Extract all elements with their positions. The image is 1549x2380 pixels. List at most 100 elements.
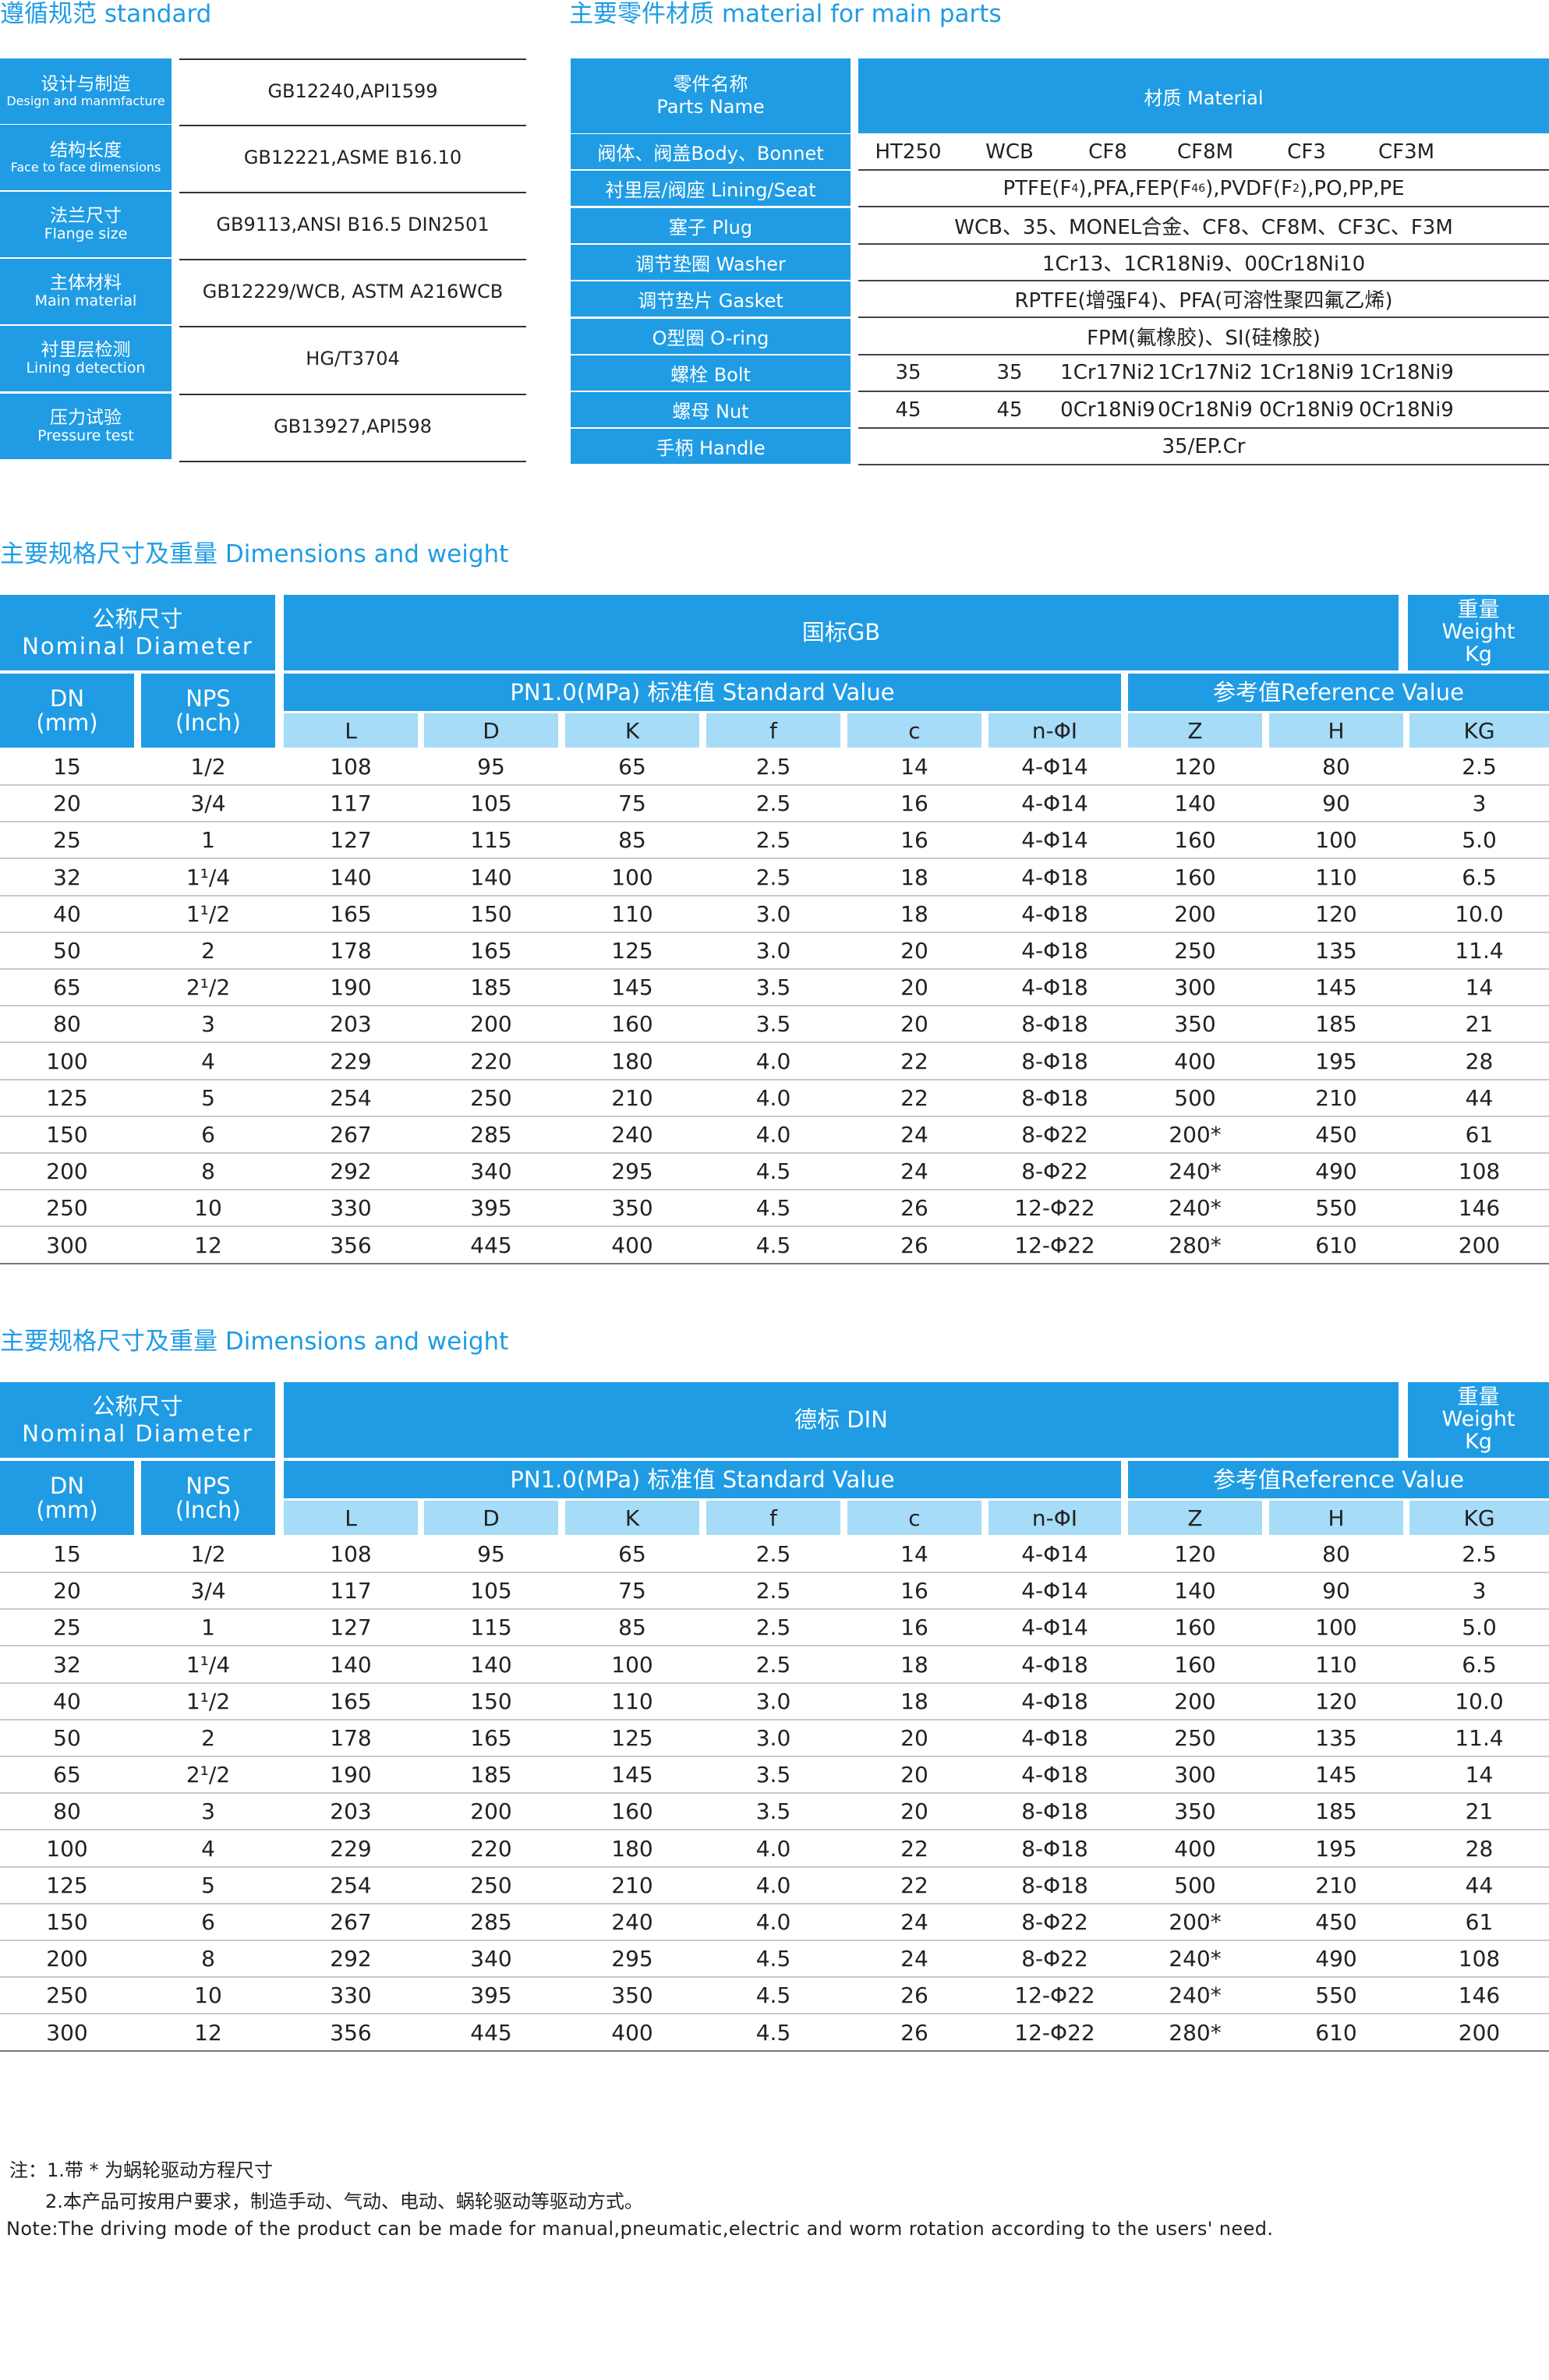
- table-cell: 21: [1465, 1011, 1494, 1038]
- material-cell: 0Cr18Ni9: [1359, 398, 1454, 422]
- table-cell: 16: [900, 1578, 928, 1604]
- table-cell: 280*: [1169, 1232, 1222, 1258]
- table-cell: 11.4: [1455, 938, 1504, 964]
- table-cell: 4.5: [755, 1232, 791, 1258]
- table-cell: 145: [611, 974, 653, 1001]
- table-cell: 8-Φ22: [1021, 1122, 1088, 1148]
- table-cell: 21: [1465, 1798, 1494, 1825]
- table-cell: 295: [611, 1158, 653, 1185]
- table-cell: 190: [330, 1762, 372, 1788]
- table-cell: 140: [1174, 1578, 1216, 1604]
- table-cell: 75: [618, 1578, 646, 1604]
- table-cell: 4: [201, 1835, 215, 1862]
- dimensions-title: 主要规格尺寸及重量 Dimensions and weight: [0, 1328, 509, 1356]
- material-span-cell: WCB、35、MONEL合金、CF8、CF8M、CF3C、F3M: [954, 215, 1453, 239]
- table-cell: 250: [46, 1982, 88, 2009]
- table-cell: 2: [201, 1725, 215, 1751]
- table-cell: 8-Φ18: [1021, 1084, 1088, 1111]
- table-cell: 16: [900, 1614, 928, 1641]
- material-cell: 0Cr18Ni9: [1060, 398, 1155, 422]
- standard-row: 设计与制造 Design and manmfacture GB12240,API15…: [0, 58, 526, 126]
- table-cell: 115: [470, 1614, 512, 1641]
- table-cell: 10: [194, 1195, 222, 1222]
- table-cell: 4.5: [755, 1946, 791, 1972]
- table-cell: 3.5: [755, 1011, 791, 1038]
- table-cell: 6: [201, 1122, 215, 1148]
- table-cell: 340: [470, 1158, 512, 1185]
- table-cell: 4-Φ14: [1021, 754, 1088, 780]
- nominal-diameter-header: 公称尺寸 Nominal Diameter: [0, 595, 275, 670]
- weight-header-unit: Kg: [1465, 1429, 1492, 1454]
- material-cell: 35: [996, 361, 1023, 385]
- table-cell: 185: [470, 1762, 512, 1788]
- table-cell: 6.5: [1462, 864, 1497, 890]
- table-cell: 240*: [1169, 1946, 1222, 1972]
- table-cell: 16: [900, 827, 928, 854]
- standard-row-label: 设计与制造 Design and manmfacture: [0, 58, 172, 124]
- material-cell: CF3M: [1377, 140, 1435, 164]
- material-row-line: [858, 464, 1549, 466]
- table-cell: 75: [618, 790, 646, 817]
- table-cell: 150: [46, 1909, 88, 1935]
- nps-header: NPS (Inch): [141, 1461, 275, 1535]
- standard-row-top-line: [179, 125, 526, 126]
- table-cell: 195: [1315, 1835, 1357, 1862]
- table-cell: 450: [1315, 1122, 1357, 1148]
- table-cell: 50: [53, 938, 81, 964]
- table-cell: 200*: [1169, 1122, 1222, 1148]
- standard-title: 遵循规范 standard: [0, 0, 212, 28]
- table-cell: 350: [1174, 1011, 1216, 1038]
- standard-value-header: PN1.0(MPa) 标准值 Standard Value: [284, 674, 1121, 711]
- table-cell: 490: [1315, 1158, 1357, 1185]
- table-cell: 203: [330, 1798, 372, 1825]
- table-cell: 610: [1315, 1232, 1357, 1258]
- table-cell: 65: [53, 974, 81, 1001]
- table-cell: 3.0: [755, 938, 791, 964]
- table-cell: 80: [53, 1011, 81, 1038]
- table-cell: 4-Φ18: [1021, 974, 1088, 1001]
- material-cell: 35: [895, 361, 921, 385]
- table-cell: 4.0: [755, 1872, 791, 1898]
- weight-header: 重量 Weight Kg: [1408, 1382, 1549, 1458]
- table-cell: 1¹/2: [186, 1688, 231, 1714]
- table-cell: 8-Φ22: [1021, 1158, 1088, 1185]
- table-cell: 4.0: [755, 1048, 791, 1074]
- table-cell: 2.5: [755, 1651, 791, 1678]
- table-cell: 145: [1315, 974, 1357, 1001]
- dn-header-unit: (mm): [36, 1496, 98, 1523]
- material-cell: CF8: [1088, 140, 1127, 164]
- table-cell: 160: [1174, 827, 1216, 854]
- table-cell: 4-Φ14: [1021, 1541, 1088, 1567]
- table-cell: 150: [470, 1688, 512, 1714]
- dimensions-title: 主要规格尺寸及重量 Dimensions and weight: [0, 540, 509, 568]
- table-cell: 14: [1465, 974, 1494, 1001]
- table-cell: 61: [1465, 1122, 1494, 1148]
- table-cell: 26: [900, 1232, 928, 1258]
- table-cell: 6.5: [1462, 1651, 1497, 1678]
- table-cell: 12-Φ22: [1014, 1982, 1095, 2009]
- table-cell: 4.5: [755, 1158, 791, 1185]
- table-cell: 26: [900, 2019, 928, 2046]
- table-cell: 180: [611, 1835, 653, 1862]
- standard-row-label: 法兰尺寸 Flange size: [0, 192, 172, 257]
- standard-name-header: 国标GB: [284, 595, 1399, 670]
- material-cell: HT250: [875, 140, 942, 164]
- table-cell: 20: [900, 1798, 928, 1825]
- table-cell: 4-Φ18: [1021, 938, 1088, 964]
- table-cell: 3: [1472, 1578, 1487, 1604]
- column-header: Z: [1128, 713, 1262, 748]
- table-cell: 2.5: [755, 1578, 791, 1604]
- table-cell: 110: [611, 1688, 653, 1714]
- table-cell: 210: [611, 1084, 653, 1111]
- table-cell: 20: [900, 938, 928, 964]
- standard-row-value: GB9113,ANSI B16.5 DIN2501: [216, 214, 490, 235]
- table-cell: 300: [46, 1232, 88, 1258]
- standard-row: 主体材料 Main material GB12229/WCB, ASTM A216W…: [0, 259, 526, 326]
- table-cell: 450: [1315, 1909, 1357, 1935]
- standard-row: 结构长度 Face to face dimensions GB12221,ASME …: [0, 125, 526, 192]
- table-cell: 20: [900, 1725, 928, 1751]
- material-header: 材质 Material: [858, 58, 1549, 133]
- table-cell: 2.5: [755, 754, 791, 780]
- table-cell: 15: [53, 1541, 81, 1567]
- table-cell: 4-Φ14: [1021, 827, 1088, 854]
